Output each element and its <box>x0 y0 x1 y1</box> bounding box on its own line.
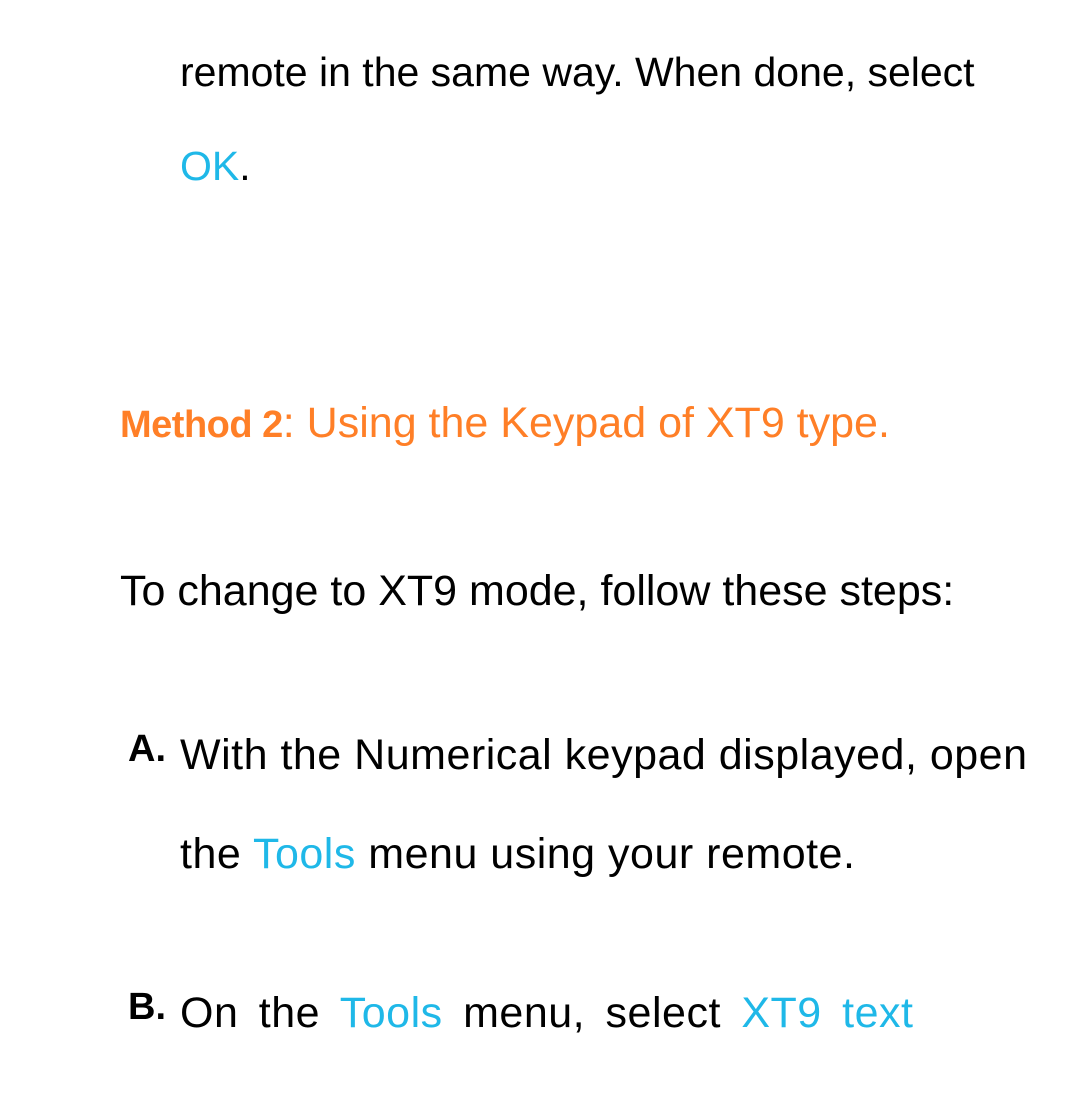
xt9-text-label: XT9 text <box>741 989 913 1037</box>
tools-label-a: Tools <box>253 830 356 878</box>
step-a: A. With the Numerical keypad displayed, … <box>128 706 1050 904</box>
intro-text: To change to XT9 mode, follow these step… <box>120 542 1050 641</box>
tools-label-b: Tools <box>340 989 443 1037</box>
step-b: B. On the Tools menu, select XT9 text <box>128 964 1050 1063</box>
step-b-content: On the Tools menu, select XT9 text <box>180 964 1045 1063</box>
step-b-text-mid: menu, select <box>443 989 742 1037</box>
ok-label: OK <box>180 143 239 189</box>
method-title: : Using the Keypad of XT9 type. <box>283 399 890 447</box>
method-label: Method 2 <box>120 404 283 446</box>
step-a-letter: A. <box>128 706 180 904</box>
continuation-text: remote in the same way. When done, selec… <box>180 49 975 95</box>
step-b-text-before: On the <box>180 989 340 1037</box>
step-b-letter: B. <box>128 964 180 1063</box>
step-a-content: With the Numerical keypad displayed, ope… <box>180 706 1045 904</box>
method-heading: Method 2: Using the Keypad of XT9 type. <box>120 374 1050 473</box>
continuation-paragraph: remote in the same way. When done, selec… <box>120 25 1050 214</box>
steps-list: A. With the Numerical keypad displayed, … <box>120 706 1050 1063</box>
step-a-text-after: menu using your remote. <box>356 830 856 878</box>
continuation-period: . <box>239 143 250 189</box>
